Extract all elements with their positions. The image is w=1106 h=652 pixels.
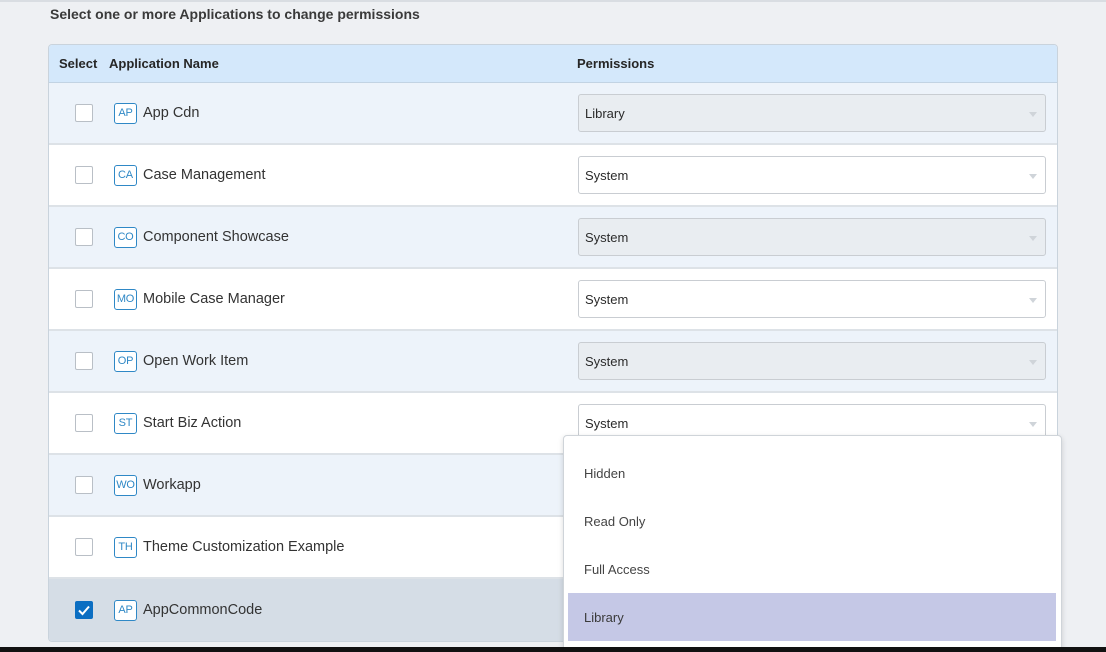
chevron-down-icon: [1029, 174, 1037, 179]
app-icon: MO: [114, 288, 137, 310]
permission-value: System: [585, 415, 629, 431]
permission-value: System: [585, 353, 629, 369]
row-checkbox[interactable]: [75, 476, 93, 494]
dropdown-option-full-access[interactable]: Full Access: [568, 545, 1056, 593]
permission-dropdown-menu: Hidden Read Only Full Access Library: [563, 435, 1062, 652]
row-checkbox[interactable]: [75, 538, 93, 556]
permission-select[interactable]: System: [578, 342, 1046, 380]
table-row: MO Mobile Case Manager System: [49, 269, 1057, 331]
app-name: Open Work Item: [143, 353, 249, 369]
chevron-down-icon: [1029, 112, 1037, 117]
permission-value: System: [585, 229, 629, 245]
bottom-edge: [0, 647, 1106, 652]
row-checkbox[interactable]: [75, 166, 93, 184]
chevron-down-icon: [1029, 298, 1037, 303]
row-checkbox[interactable]: [75, 352, 93, 370]
permissions-page: Select one or more Applications to chang…: [0, 0, 1106, 652]
table-row: CO Component Showcase System: [49, 207, 1057, 269]
row-checkbox[interactable]: [75, 228, 93, 246]
chevron-down-icon: [1029, 360, 1037, 365]
checkmark-icon: [78, 605, 90, 616]
app-name: Component Showcase: [143, 229, 289, 245]
permission-select[interactable]: Library: [578, 94, 1046, 132]
app-icon: CA: [114, 164, 137, 186]
app-icon: TH: [114, 536, 137, 558]
permission-value: System: [585, 291, 629, 307]
app-name: Case Management: [143, 167, 266, 183]
permission-value: Library: [585, 105, 625, 121]
instruction-text: Select one or more Applications to chang…: [50, 6, 420, 22]
header-application-name: Application Name: [109, 56, 219, 71]
dropdown-option-hidden[interactable]: Hidden: [568, 449, 1056, 497]
app-name: Theme Customization Example: [143, 539, 345, 555]
header-permissions: Permissions: [577, 56, 655, 71]
dropdown-option-library[interactable]: Library: [568, 593, 1056, 641]
permission-select[interactable]: System: [578, 156, 1046, 194]
app-icon: CO: [114, 226, 137, 248]
chevron-down-icon: [1029, 422, 1037, 427]
row-checkbox[interactable]: [75, 104, 93, 122]
table-row: AP App Cdn Library: [49, 83, 1057, 145]
app-icon: AP: [114, 102, 137, 124]
app-icon: ST: [114, 412, 137, 434]
app-name: Workapp: [143, 477, 201, 493]
header-select: Select: [59, 56, 98, 71]
table-row: CA Case Management System: [49, 145, 1057, 207]
app-name: App Cdn: [143, 105, 200, 121]
app-name: Start Biz Action: [143, 415, 242, 431]
app-name: Mobile Case Manager: [143, 291, 285, 307]
app-icon: OP: [114, 350, 137, 372]
app-icon: AP: [114, 599, 137, 621]
permission-select[interactable]: System: [578, 280, 1046, 318]
row-checkbox[interactable]: [75, 601, 93, 619]
row-checkbox[interactable]: [75, 290, 93, 308]
table-header: Select Application Name Permissions: [49, 45, 1057, 83]
row-checkbox[interactable]: [75, 414, 93, 432]
app-name: AppCommonCode: [143, 602, 263, 618]
dropdown-option-read-only[interactable]: Read Only: [568, 497, 1056, 545]
permission-value: System: [585, 167, 629, 183]
table-row: OP Open Work Item System: [49, 331, 1057, 393]
app-icon: WO: [114, 474, 137, 496]
permission-select[interactable]: System: [578, 218, 1046, 256]
chevron-down-icon: [1029, 236, 1037, 241]
